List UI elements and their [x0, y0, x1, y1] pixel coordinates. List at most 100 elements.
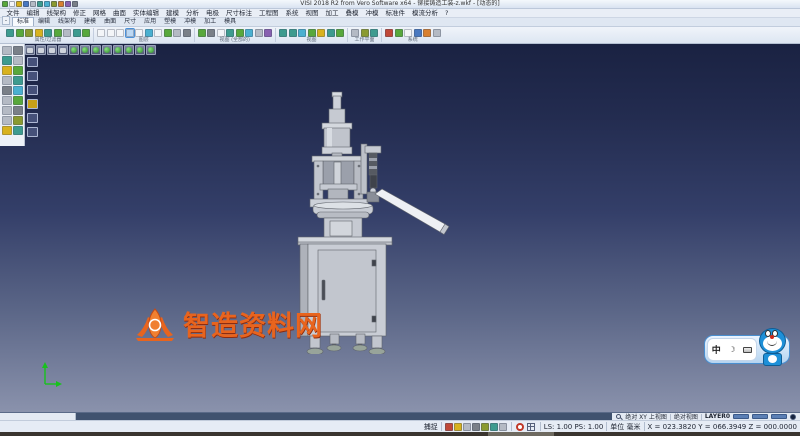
- menu-item-mould[interactable]: 叠模: [342, 9, 362, 17]
- layer-quick-button-2[interactable]: [752, 414, 768, 419]
- tab-dimension[interactable]: 尺寸: [120, 18, 140, 26]
- menu-item-electrode[interactable]: 电极: [203, 9, 223, 17]
- undo-icon[interactable]: [51, 1, 57, 7]
- select-by-icon[interactable]: [44, 29, 52, 37]
- ime-fullwidth-icon[interactable]: ☽: [728, 345, 735, 354]
- layer-quick-button-3[interactable]: [771, 414, 787, 419]
- tab-standard[interactable]: 标准: [12, 17, 34, 26]
- pan-icon[interactable]: [298, 29, 306, 37]
- open-file-icon[interactable]: [16, 1, 22, 7]
- snap-toggle-icon[interactable]: [481, 423, 489, 431]
- front-view-icon[interactable]: [91, 45, 101, 55]
- database-icon[interactable]: [414, 29, 422, 37]
- selection-mode-icon[interactable]: [27, 71, 38, 81]
- menu-item-drawing[interactable]: 工程图: [256, 9, 283, 17]
- wireframe-mode-icon[interactable]: [36, 45, 46, 55]
- save-icon[interactable]: [23, 1, 29, 7]
- snap-toggle-icon[interactable]: [463, 423, 471, 431]
- tangent-snap-icon[interactable]: [13, 96, 23, 105]
- intersect-snap-icon[interactable]: [2, 86, 12, 95]
- grid-icon[interactable]: [527, 423, 535, 431]
- lighting-icon[interactable]: [264, 29, 272, 37]
- workplane-align-icon[interactable]: [361, 29, 369, 37]
- bottom-view-icon[interactable]: [80, 45, 90, 55]
- layer-copy-icon[interactable]: [154, 29, 162, 37]
- menu-item-system[interactable]: 系统: [282, 9, 302, 17]
- reference-tool-icon[interactable]: [2, 126, 12, 135]
- filter-icon[interactable]: [35, 29, 43, 37]
- background-icon[interactable]: [255, 29, 263, 37]
- iso-ne-view-icon[interactable]: [135, 45, 145, 55]
- menu-item-edit[interactable]: 编辑: [23, 9, 43, 17]
- print-icon[interactable]: [30, 1, 36, 7]
- redo-icon[interactable]: [58, 1, 64, 7]
- menu-item-surface[interactable]: 曲面: [110, 9, 130, 17]
- snap-toggle-icon[interactable]: [490, 423, 498, 431]
- ghost-mode-icon[interactable]: [58, 45, 68, 55]
- menu-item-modeling[interactable]: 建模: [163, 9, 183, 17]
- midpoint-snap-icon[interactable]: [13, 66, 23, 75]
- iso-view-icon[interactable]: [336, 29, 344, 37]
- tab-machining[interactable]: 加工: [200, 18, 220, 26]
- import-icon[interactable]: [37, 1, 43, 7]
- menu-item-dimension[interactable]: 尺寸标注: [223, 9, 256, 17]
- center-snap-icon[interactable]: [13, 76, 23, 85]
- settings-icon[interactable]: [65, 1, 71, 7]
- snap-toggle-icon[interactable]: [472, 423, 480, 431]
- calculator-icon[interactable]: [395, 29, 403, 37]
- iso-sw-view-icon[interactable]: [146, 45, 156, 55]
- wireframe-view-icon[interactable]: [207, 29, 215, 37]
- plane-tool-icon[interactable]: [13, 86, 23, 95]
- shaded-view-icon[interactable]: [198, 29, 206, 37]
- export-icon[interactable]: [44, 1, 50, 7]
- back-view-icon[interactable]: [102, 45, 112, 55]
- zoom-window-icon[interactable]: [289, 29, 297, 37]
- ime-keyboard-icon[interactable]: [743, 347, 752, 353]
- hidden-mode-icon[interactable]: [47, 45, 57, 55]
- system-settings-icon[interactable]: [385, 29, 393, 37]
- layer-off-icon[interactable]: [116, 29, 124, 37]
- menu-item-solid-edit[interactable]: 实体编辑: [130, 9, 163, 17]
- selection-mode-active-icon[interactable]: [27, 99, 38, 109]
- taskbar-button-segment[interactable]: [488, 432, 554, 436]
- zoom-all-icon[interactable]: [279, 29, 287, 37]
- snap-toggle-icon[interactable]: [499, 423, 507, 431]
- layer-current-icon[interactable]: [126, 29, 134, 37]
- menu-item-help[interactable]: ?: [442, 9, 452, 17]
- select-tool-icon[interactable]: [2, 46, 12, 55]
- quadrant-snap-icon[interactable]: [2, 116, 12, 125]
- tab-tooling[interactable]: 模具: [220, 18, 240, 26]
- layer-quick-button-1[interactable]: [733, 414, 749, 419]
- macro-icon[interactable]: [423, 29, 431, 37]
- workplane-icon[interactable]: [351, 29, 359, 37]
- tab-edit[interactable]: 编辑: [34, 18, 54, 26]
- tab-application[interactable]: 应用: [140, 18, 160, 26]
- attribute-icon[interactable]: [6, 29, 14, 37]
- selection-mode-icon[interactable]: [27, 85, 38, 95]
- layer-isolate-icon[interactable]: [135, 29, 143, 37]
- layer-list-icon[interactable]: [107, 29, 115, 37]
- new-file-icon[interactable]: [9, 1, 15, 7]
- mask-icon[interactable]: [63, 29, 71, 37]
- search-icon[interactable]: [616, 414, 622, 420]
- ribbon-collapse-button[interactable]: -: [2, 16, 10, 25]
- quick-select-icon[interactable]: [73, 29, 81, 37]
- grid-snap-icon[interactable]: [2, 106, 12, 115]
- view-sphere-icon[interactable]: [790, 414, 796, 420]
- layer-move-icon[interactable]: [145, 29, 153, 37]
- left-view-icon[interactable]: [113, 45, 123, 55]
- menu-item-analysis[interactable]: 分析: [183, 9, 203, 17]
- menu-item-wireframe[interactable]: 线架构: [43, 9, 70, 17]
- coordinate-tool-icon[interactable]: [13, 126, 23, 135]
- shade-mode-icon[interactable]: [25, 45, 35, 55]
- selection-mode-icon[interactable]: [27, 127, 38, 137]
- options-icon[interactable]: [433, 29, 441, 37]
- layer-all-on-icon[interactable]: [164, 29, 172, 37]
- section-view-icon[interactable]: [245, 29, 253, 37]
- layer-manager-icon[interactable]: [183, 29, 191, 37]
- snap-toggle-icon[interactable]: [445, 423, 453, 431]
- tab-die[interactable]: 冲模: [180, 18, 200, 26]
- selection-mode-icon[interactable]: [27, 113, 38, 123]
- transparent-view-icon[interactable]: [226, 29, 234, 37]
- record-icon[interactable]: [516, 423, 524, 431]
